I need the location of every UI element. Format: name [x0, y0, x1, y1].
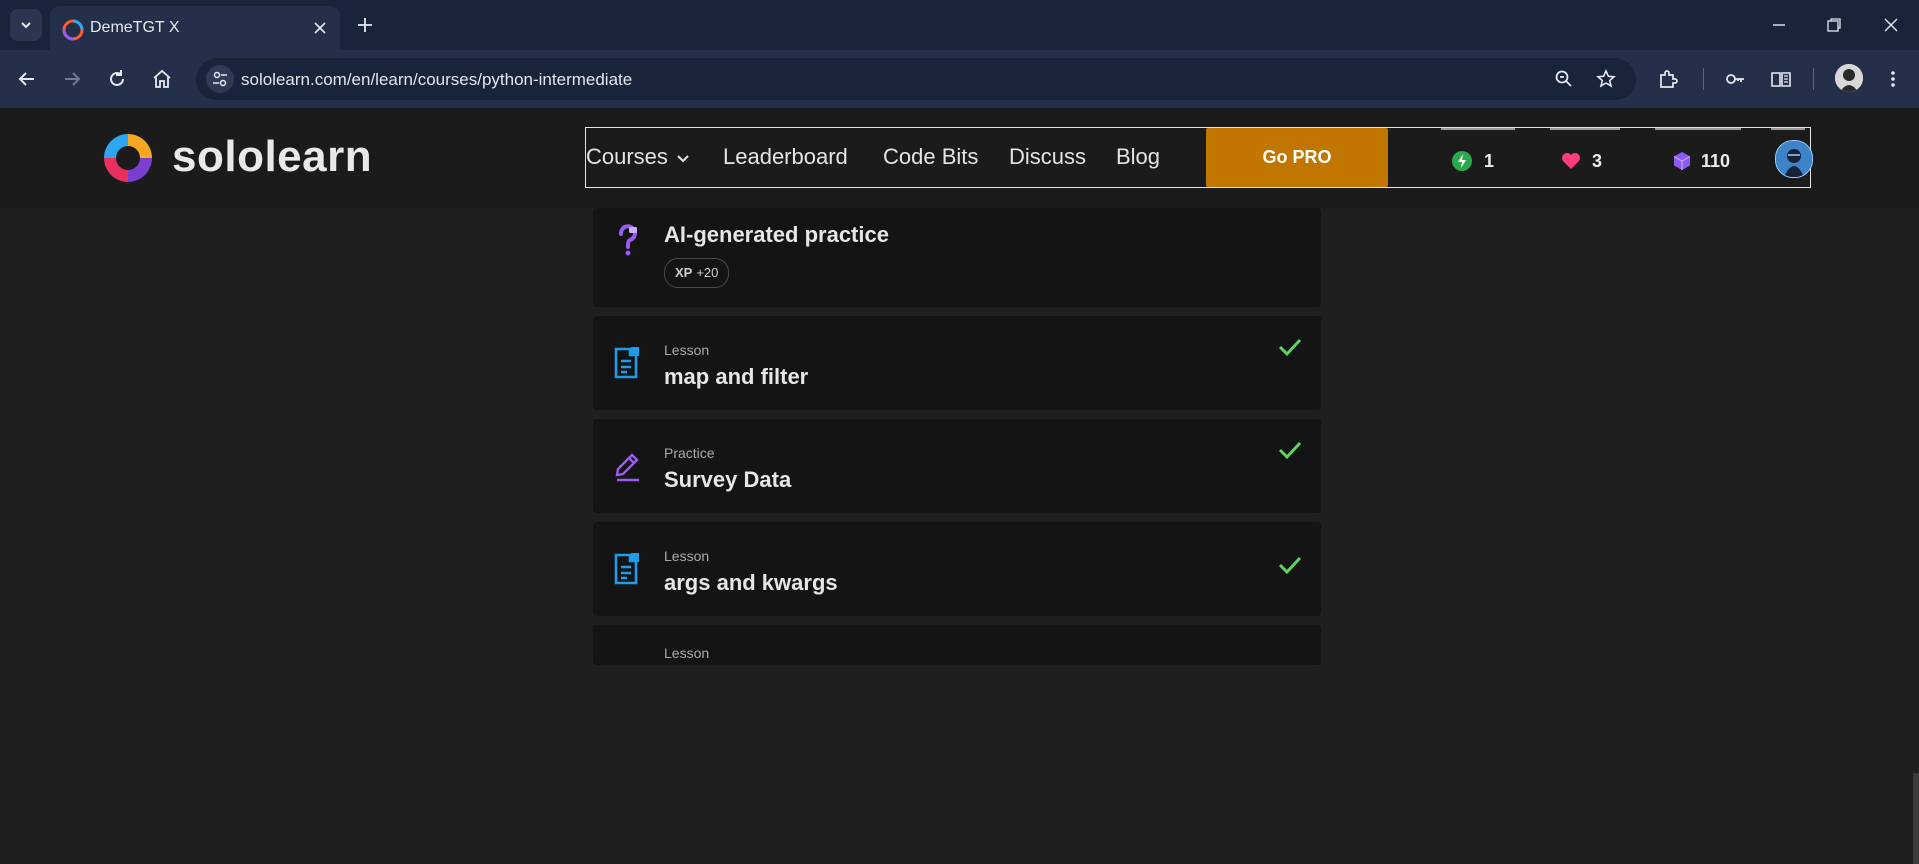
- toolbar-separator: [1813, 68, 1814, 90]
- logo-text[interactable]: sololearn: [172, 132, 372, 182]
- streak-counter[interactable]: 1: [1441, 128, 1515, 189]
- lesson-card[interactable]: Practice Survey Data: [593, 419, 1321, 513]
- lesson-doc-icon: [614, 347, 639, 379]
- lesson-title: map and filter: [664, 364, 809, 389]
- main-nav: Courses Leaderboard Code Bits Discuss Bl…: [585, 127, 1813, 189]
- close-icon[interactable]: [312, 20, 328, 36]
- user-avatar-icon: [1776, 141, 1812, 177]
- nav-courses[interactable]: Courses: [586, 144, 690, 170]
- gems-counter[interactable]: 110: [1655, 128, 1741, 189]
- gems-value: 110: [1701, 151, 1731, 171]
- nav-courses-label: Courses: [586, 144, 668, 169]
- heart-icon: [1562, 153, 1580, 169]
- hearts-value: 3: [1592, 151, 1603, 171]
- reload-icon[interactable]: [106, 68, 128, 90]
- lesson-type-label: Lesson: [664, 645, 710, 661]
- lesson-type-label: Lesson: [664, 548, 710, 564]
- reading-mode-icon[interactable]: [1770, 68, 1792, 90]
- lesson-card[interactable]: Lesson: [593, 625, 1321, 665]
- browser-tab-strip: DemeTGT X: [0, 0, 1919, 50]
- page-scrollbar[interactable]: [1913, 773, 1919, 864]
- sololearn-logo-icon[interactable]: [100, 130, 156, 186]
- chevron-down-icon: [677, 155, 689, 163]
- back-arrow-icon[interactable]: [16, 68, 38, 90]
- sololearn-favicon-icon: [62, 19, 84, 41]
- tune-icon: [213, 71, 227, 87]
- lesson-card[interactable]: Lesson map and filter: [593, 316, 1321, 410]
- site-header: sololearn Courses Leaderboard Code Bits …: [0, 108, 1919, 208]
- browser-profile-avatar[interactable]: [1835, 64, 1863, 92]
- streak-bolt-icon: [1452, 151, 1472, 171]
- nav-code-bits[interactable]: Code Bits: [883, 144, 978, 170]
- lesson-doc-icon: [614, 553, 639, 585]
- nav-blog[interactable]: Blog: [1116, 144, 1160, 170]
- practice-pencil-icon: [615, 453, 639, 482]
- hearts-counter[interactable]: 3: [1550, 128, 1620, 189]
- lesson-title: Survey Data: [664, 467, 792, 492]
- tab-search-button[interactable]: [10, 9, 42, 41]
- xp-badge: XP +20: [664, 258, 730, 288]
- lesson-title: AI-generated practice: [664, 222, 889, 247]
- new-tab-plus-icon[interactable]: [356, 16, 374, 34]
- xp-label: XP: [675, 265, 693, 280]
- course-content: AI-generated practice XP +20 Lesson map a…: [0, 208, 1919, 864]
- zoom-icon[interactable]: [1554, 69, 1574, 89]
- browser-tab[interactable]: DemeTGT X: [50, 6, 340, 50]
- gem-cube-icon: [1673, 152, 1691, 170]
- more-menu-icon[interactable]: [1882, 68, 1904, 90]
- extensions-puzzle-icon[interactable]: [1657, 68, 1679, 90]
- user-avatar[interactable]: [1775, 140, 1813, 178]
- question-icon: [618, 224, 637, 256]
- lesson-card-ai-practice[interactable]: AI-generated practice XP +20: [593, 208, 1321, 307]
- restore-icon[interactable]: [1825, 16, 1843, 34]
- go-pro-button[interactable]: Go PRO: [1206, 128, 1388, 187]
- forward-arrow-icon[interactable]: [61, 68, 83, 90]
- lesson-card[interactable]: Lesson args and kwargs: [593, 522, 1321, 616]
- nav-leaderboard[interactable]: Leaderboard: [723, 144, 848, 170]
- nav-discuss[interactable]: Discuss: [1009, 144, 1086, 170]
- tab-title: DemeTGT X: [90, 19, 180, 36]
- streak-value: 1: [1484, 151, 1495, 171]
- lesson-type-label: Practice: [664, 445, 715, 461]
- xp-value: +20: [696, 265, 719, 280]
- browser-toolbar: sololearn.com/en/learn/courses/python-in…: [0, 50, 1919, 108]
- chevron-down-icon: [21, 22, 31, 29]
- minimize-icon[interactable]: [1770, 16, 1788, 34]
- password-key-icon[interactable]: [1724, 68, 1746, 90]
- address-bar[interactable]: sololearn.com/en/learn/courses/python-in…: [196, 58, 1636, 100]
- url-text[interactable]: sololearn.com/en/learn/courses/python-in…: [241, 70, 632, 90]
- bookmark-star-icon[interactable]: [1596, 69, 1616, 89]
- toolbar-separator: [1703, 68, 1704, 90]
- profile-avatar-icon: [1835, 64, 1863, 92]
- check-icon: [1278, 556, 1302, 575]
- check-icon: [1278, 441, 1302, 460]
- home-icon[interactable]: [151, 68, 173, 90]
- lesson-type-label: Lesson: [664, 342, 710, 358]
- lesson-title: args and kwargs: [664, 570, 838, 595]
- close-window-icon[interactable]: [1882, 16, 1900, 34]
- check-icon: [1278, 338, 1302, 357]
- site-info-button[interactable]: [206, 65, 234, 93]
